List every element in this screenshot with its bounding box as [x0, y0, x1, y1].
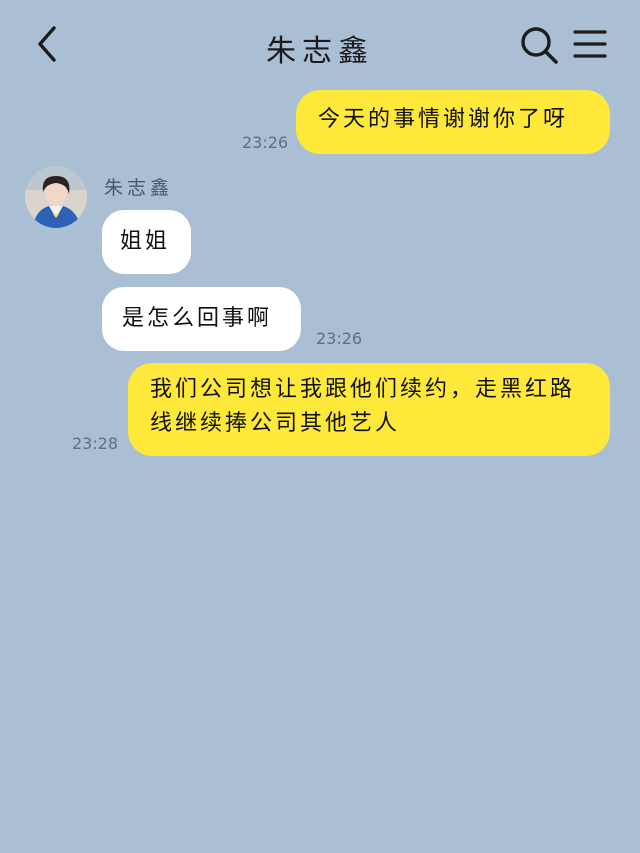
outgoing-message[interactable]: 今天的事情谢谢你了呀 [296, 90, 610, 154]
contact-avatar[interactable] [25, 166, 87, 228]
incoming-message[interactable]: 是怎么回事啊 [102, 287, 301, 351]
menu-icon [573, 30, 607, 58]
search-button[interactable] [518, 24, 560, 66]
avatar-image [25, 166, 87, 228]
outgoing-message[interactable]: 我们公司想让我跟他们续约，走黑红路线继续捧公司其他艺人 [128, 363, 610, 456]
message-time: 23:26 [242, 133, 289, 152]
menu-button[interactable] [572, 26, 608, 62]
message-time: 23:28 [72, 434, 119, 453]
message-time: 23:26 [316, 329, 363, 348]
incoming-message[interactable]: 姐姐 [102, 210, 191, 274]
sender-name: 朱志鑫 [104, 177, 174, 199]
chat-header: 朱志鑫 [0, 0, 640, 90]
search-icon [521, 27, 558, 64]
